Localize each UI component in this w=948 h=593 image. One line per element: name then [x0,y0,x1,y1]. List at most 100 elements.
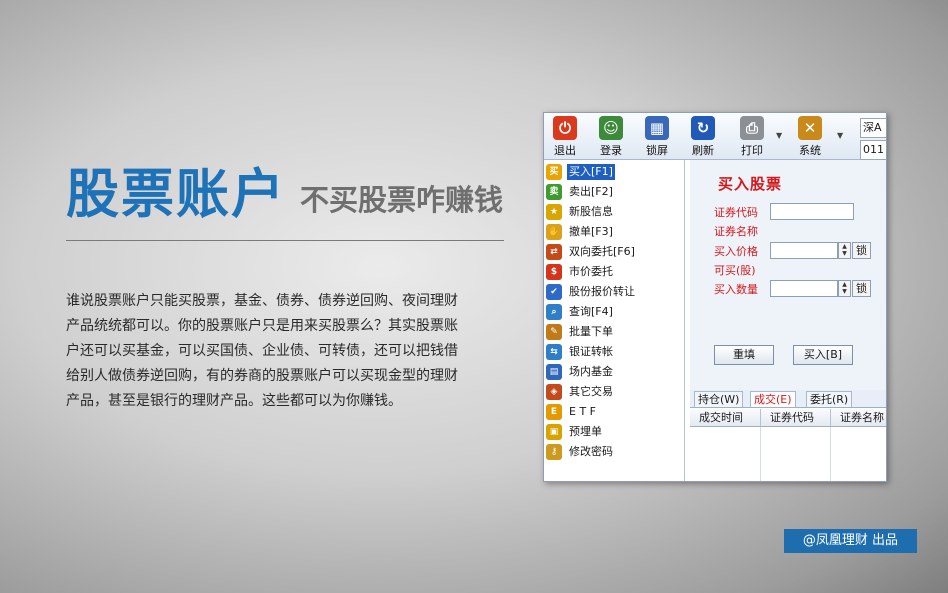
menu-item[interactable]: 卖卖出[F2] [546,183,682,201]
menu-item[interactable]: ⌕ 查询[F4] [546,303,682,321]
body-text: 谁说股票账户只能买股票，基金、债券、债券逆回购、夜间理财 产品统统都可以。你的股… [66,289,508,414]
market-select[interactable]: 深A [860,118,886,138]
column-divider [830,427,831,481]
stock-code-input[interactable] [770,203,854,220]
body-line: 给别人做债券逆回购，有的券商的股票账户可以买现金型的理财 [66,368,458,384]
buy-quantity-input[interactable] [770,280,838,297]
fund-icon: ▤ [546,364,562,380]
menu-item[interactable]: ◈ 其它交易 [546,383,682,401]
menu-item-label: 场内基金 [569,365,613,378]
menu-item-label: 修改密码 [569,445,613,458]
print-label: 打印 [741,144,763,157]
menu-item-label: 新股信息 [569,205,613,218]
menu-item-label: 查询[F4] [569,305,613,318]
code-label: 证券代码 [714,206,758,219]
key-icon: ⚷ [546,444,562,460]
cancel-order-icon: ✋ [546,224,562,240]
menu-item-label: 卖出[F2] [569,185,613,198]
available-label: 可买(股) [714,264,756,277]
trades-grid-header: 成交时间 证券代码 证券名称 [690,409,886,427]
quantity-label: 买入数量 [714,283,758,296]
slide-title: 股票账户 [66,164,286,225]
batch-order-icon: ✎ [546,324,562,340]
refresh-button[interactable]: ↻ 刷新 [688,116,718,158]
buy-order-panel: 买入股票 证券代码 证券名称 买入价格 ▲ ▼ 锁 可买(股) 买入数量 ▲ ▼ 锁… [690,160,886,390]
buy-button[interactable]: 买入[B] [793,345,853,365]
menu-item-label: 股份报价转让 [569,285,635,298]
menu-item[interactable]: ⚷ 修改密码 [546,443,682,461]
login-button[interactable]: ☺ 登录 [596,116,626,158]
print-button[interactable]: ⎙ 打印 [737,116,767,158]
market-order-icon: $ [546,264,562,280]
sell-icon: 卖 [546,184,562,200]
lock-screen-icon: ▦ [645,116,669,140]
tab-positions[interactable]: 持仓(W) [694,391,744,407]
menu-item[interactable]: 买买入[F1] [546,163,682,181]
buy-icon: 买 [546,164,562,180]
menu-item[interactable]: $ 市价委托 [546,263,682,281]
order-title: 买入股票 [718,175,783,193]
column-header[interactable]: 证券名称 [831,409,886,426]
new-stock-icon: ★ [546,204,562,220]
tab-trades[interactable]: 成交(E) [750,391,796,407]
lock-screen-label: 锁屏 [646,144,668,157]
credit-badge: @凤凰理财 出品 [784,529,917,553]
menu-item[interactable]: ✎ 批量下单 [546,323,682,341]
exit-button[interactable]: ⏻ 退出 [550,116,580,158]
column-header[interactable]: 证券代码 [761,409,831,426]
price-stepper[interactable]: ▲ ▼ [838,242,851,259]
refresh-label: 刷新 [692,144,714,157]
quantity-stepper[interactable]: ▲ ▼ [838,280,851,297]
menu-item[interactable]: ▤ 场内基金 [546,363,682,381]
body-line: 产品统统都可以。你的股票账户只是用来买股票么？其实股票账 [66,318,458,334]
trades-grid-body[interactable] [690,427,886,481]
menu-item[interactable]: ⇆ 银证转帐 [546,343,682,361]
etf-icon: E [546,404,562,420]
position-tabs: 持仓(W) 成交(E) 委托(R) [690,390,886,408]
menu-item[interactable]: EE T F [546,403,682,421]
refresh-icon: ↻ [691,116,715,140]
quantity-lock-button[interactable]: 锁 [852,280,871,297]
preorder-icon: ▣ [546,424,562,440]
users-icon: ☺ [599,116,623,140]
trading-window: ⏻ 退出 ☺ 登录 ▦ 锁屏 ↻ 刷新 ⎙ 打印 ▼ ✕ 系统 ▼ 深A 011… [543,112,887,482]
name-label: 证券名称 [714,225,758,238]
menu-item-label: 其它交易 [569,385,613,398]
toolbar: ⏻ 退出 ☺ 登录 ▦ 锁屏 ↻ 刷新 ⎙ 打印 ▼ ✕ 系统 ▼ 深A 011 [544,113,886,160]
tab-orders[interactable]: 委托(R) [806,391,853,407]
body-line: 产品，甚至是银行的理财产品。这些都可以为你赚钱。 [66,393,402,409]
system-dropdown-icon[interactable]: ▼ [837,131,843,140]
lock-screen-button[interactable]: ▦ 锁屏 [642,116,672,158]
menu-item-label: 买入[F1] [567,164,615,180]
menu-item-label: 双向委托[F6] [569,245,635,258]
tools-icon: ✕ [798,116,822,140]
system-button[interactable]: ✕ 系统 [795,116,825,158]
buy-price-input[interactable] [770,242,838,259]
quote-transfer-icon: ✔ [546,284,562,300]
menu-item-label: 预埋单 [569,425,602,438]
title-divider [66,240,504,241]
query-icon: ⌕ [546,304,562,320]
menu-item-label: 批量下单 [569,325,613,338]
price-label: 买入价格 [714,245,758,258]
menu-item[interactable]: ▣ 预埋单 [546,423,682,441]
bank-transfer-icon: ⇆ [546,344,562,360]
exit-label: 退出 [554,144,576,157]
print-dropdown-icon[interactable]: ▼ [776,131,782,140]
other-trade-icon: ◈ [546,384,562,400]
printer-icon: ⎙ [740,116,764,140]
price-lock-button[interactable]: 锁 [852,242,871,259]
menu-item[interactable]: ★ 新股信息 [546,203,682,221]
reset-button[interactable]: 重填 [714,345,774,365]
body-line: 户还可以买基金，可以买国债、企业债、可转债，还可以把钱借 [66,343,458,359]
menu-item[interactable]: ⇄ 双向委托[F6] [546,243,682,261]
two-way-order-icon: ⇄ [546,244,562,260]
column-header[interactable]: 成交时间 [690,409,761,426]
menu-item[interactable]: ✋ 撤单[F3] [546,223,682,241]
system-label: 系统 [799,144,821,157]
power-icon: ⏻ [553,116,577,140]
account-field[interactable]: 011 [860,140,886,160]
body-line: 谁说股票账户只能买股票，基金、债券、债券逆回购、夜间理财 [66,293,458,309]
login-label: 登录 [600,144,622,157]
menu-item[interactable]: ✔ 股份报价转让 [546,283,682,301]
